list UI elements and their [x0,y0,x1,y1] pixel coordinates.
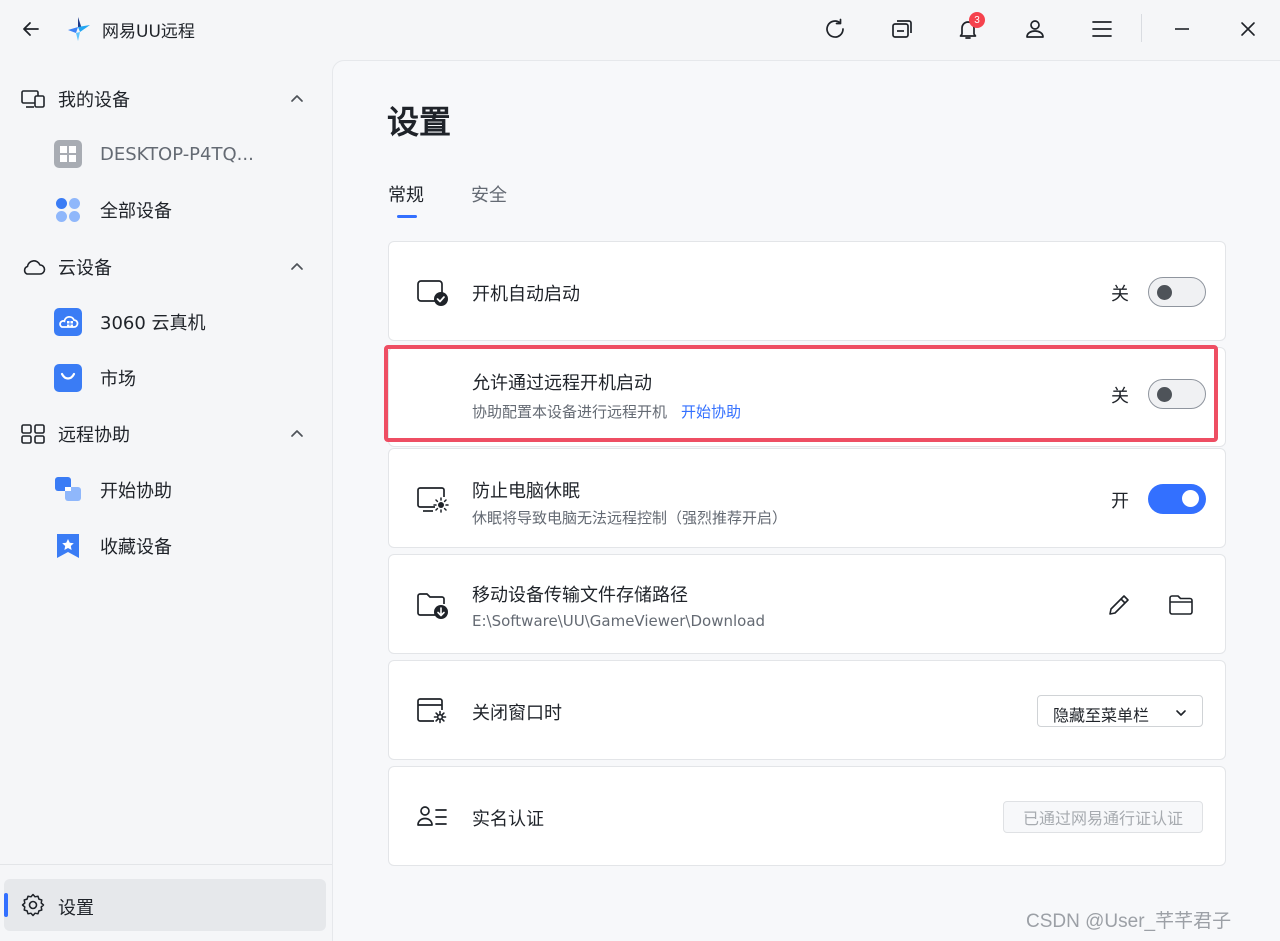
select-value: 隐藏至菜单栏 [1053,706,1150,725]
refresh-icon[interactable] [820,14,850,44]
window-settings-icon [415,695,449,727]
remote-assist-icon [20,422,46,446]
all-devices-icon [54,196,82,224]
autostart-icon [415,276,449,308]
setting-title: 移动设备传输文件存储路径 [472,585,688,606]
sidebar-item-label: 全部设备 [100,201,172,222]
bell-icon[interactable]: 3 [953,12,985,44]
app-title: 网易UU远程 [102,22,195,42]
device-icon [20,87,46,111]
chevron-up-icon[interactable] [287,424,307,444]
settings-label: 设置 [58,898,94,919]
chevron-up-icon[interactable] [287,257,307,277]
sidebar-group-cloud-devices[interactable]: 云设备 [0,245,332,289]
minimize-icon[interactable] [1167,14,1197,44]
sidebar-group-label: 云设备 [58,258,112,279]
gear-icon [20,892,46,918]
setting-row-storage-path: 移动设备传输文件存储路径 E:\Software\UU\GameViewer\D… [388,554,1226,654]
toggle-knob [1157,285,1172,300]
sidebar-item-label: DESKTOP-P4TQ... [100,143,254,165]
setting-row-real-name: 实名认证 已通过网易通行证认证 [388,766,1226,866]
folder-open-icon[interactable] [1167,591,1195,619]
setting-row-prevent-sleep: 防止电脑休眠 休眠将导致电脑无法远程控制（强烈推荐开启） 开 [388,448,1226,548]
setting-row-autostart: 开机自动启动 关 [388,241,1226,341]
sidebar-item-favorites[interactable]: 收藏设备 [0,524,332,568]
toggle-knob [1182,490,1199,507]
notification-badge: 3 [969,12,985,28]
prevent-sleep-toggle[interactable] [1148,484,1206,514]
setting-title: 防止电脑休眠 [472,481,580,502]
sidebar-divider [0,864,332,865]
favorite-star-icon [54,532,82,560]
sidebar-group-my-devices[interactable]: 我的设备 [0,77,332,121]
page-title: 设置 [387,103,452,141]
sidebar: 我的设备 DESKTOP-P4TQ... 全部设备 云设备 3060 云真机 市… [0,58,332,941]
setting-title: 关闭窗口时 [472,703,562,724]
setting-title: 实名认证 [472,809,544,830]
setting-title: 开机自动启动 [472,284,580,305]
sidebar-item-start-assist[interactable]: 开始协助 [0,468,332,512]
windows-icon[interactable] [887,14,917,44]
tab-active-indicator [397,215,417,218]
sidebar-item-all-devices[interactable]: 全部设备 [0,188,332,232]
tab-general[interactable]: 常规 [388,181,424,207]
sidebar-item-cloud-phone[interactable]: 3060 云真机 [0,300,332,344]
cloud-icon [20,255,46,279]
watermark: CSDN @User_芊芊君子 [1026,911,1232,932]
sidebar-group-label: 我的设备 [58,90,130,111]
menu-icon[interactable] [1087,14,1117,44]
monitor-sun-icon [415,483,449,515]
chevron-down-icon [1174,705,1188,719]
sidebar-item-label: 3060 云真机 [100,313,206,334]
chevron-up-icon[interactable] [287,89,307,109]
active-indicator [4,893,8,917]
folder-download-icon [415,589,449,621]
tab-security[interactable]: 安全 [471,181,507,207]
toggle-state-label: 开 [1111,491,1129,512]
highlight-box [384,345,1218,442]
autostart-toggle[interactable] [1148,277,1206,307]
edit-pencil-icon[interactable] [1105,591,1133,619]
verified-status-button: 已通过网易通行证认证 [1003,801,1203,833]
toggle-state-label: 关 [1111,284,1129,305]
id-card-icon [415,801,449,833]
sidebar-item-label: 市场 [100,369,136,390]
close-icon[interactable] [1233,14,1263,44]
sidebar-item-settings[interactable]: 设置 [4,879,326,931]
title-bar: 网易UU远程 3 [0,0,1280,58]
close-window-select[interactable]: 隐藏至菜单栏 [1037,695,1203,727]
title-bar-divider [1141,14,1142,42]
main-panel: 设置 常规 安全 开机自动启动 关 允许通过远程开机启动 协助配置本设备进行远程… [332,60,1280,941]
setting-subtitle: 休眠将导致电脑无法远程控制（强烈推荐开启） [472,509,788,527]
sidebar-group-remote-assist[interactable]: 远程协助 [0,412,332,456]
app-logo-icon [64,15,92,43]
user-icon[interactable] [1020,14,1050,44]
sidebar-group-label: 远程协助 [58,425,130,446]
start-assist-icon [54,476,82,504]
sidebar-item-label: 收藏设备 [100,537,172,558]
sidebar-item-desktop[interactable]: DESKTOP-P4TQ... [0,132,332,176]
sidebar-item-label: 开始协助 [100,481,172,502]
windows-logo-icon [54,140,82,168]
storage-path-value: E:\Software\UU\GameViewer\Download [472,612,766,630]
back-arrow-icon[interactable] [18,16,44,42]
sidebar-item-market[interactable]: 市场 [0,356,332,400]
setting-row-close-window: 关闭窗口时 隐藏至菜单栏 [388,660,1226,760]
cloud-phone-icon [54,308,82,336]
shopping-bag-icon [54,364,82,392]
